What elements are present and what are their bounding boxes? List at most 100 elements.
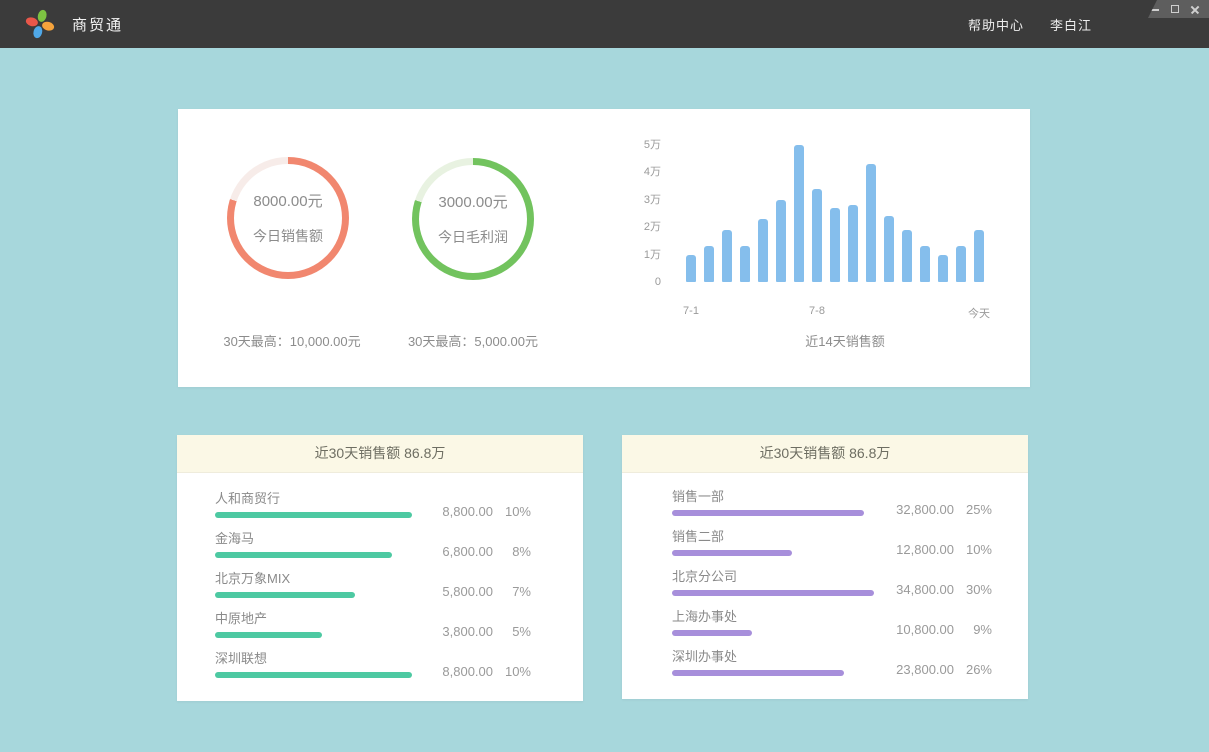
- rank-percent: 7%: [493, 584, 531, 599]
- sales-bar: [812, 189, 822, 282]
- rank-percent: 10%: [493, 504, 531, 519]
- sales-bar: [938, 255, 948, 282]
- rank-bar: [215, 552, 392, 558]
- rank-percent: 8%: [493, 544, 531, 559]
- rank-figures: 32,800.0025%: [874, 502, 992, 517]
- customer-rank-title: 近30天销售额 86.8万: [177, 435, 583, 473]
- username-link[interactable]: 李白江: [1050, 15, 1092, 34]
- rank-value: 12,800.00: [874, 542, 954, 557]
- rank-row: 北京分公司34,800.0030%: [672, 570, 992, 610]
- rank-bar: [215, 512, 412, 518]
- customer-rank-list: 人和商贸行8,800.0010%金海马6,800.008%北京万象MIX5,80…: [177, 473, 583, 692]
- rank-value: 23,800.00: [874, 662, 954, 677]
- department-rank-list: 销售一部32,800.0025%销售二部12,800.0010%北京分公司34,…: [622, 473, 1028, 690]
- today-sales-label: 今日销售额: [253, 226, 323, 246]
- rank-figures: 23,800.0026%: [874, 662, 992, 677]
- sales-bar: [848, 205, 858, 282]
- sales-bar: [902, 230, 912, 282]
- sales-bar: [974, 230, 984, 282]
- today-profit-30day-max: 30天最高：5,000.00元: [383, 331, 563, 350]
- top-bar: 商贸通 帮助中心 李白江: [0, 0, 1209, 48]
- sales-bar: [722, 230, 732, 282]
- rank-bar: [672, 590, 874, 596]
- sales-bar: [884, 216, 894, 282]
- help-center-link[interactable]: 帮助中心: [968, 15, 1024, 34]
- x-tick-label: 7-1: [661, 305, 721, 317]
- rank-percent: 26%: [954, 662, 992, 677]
- customer-rank-card: 近30天销售额 86.8万 人和商贸行8,800.0010%金海马6,800.0…: [177, 435, 583, 701]
- rank-figures: 6,800.008%: [413, 544, 531, 559]
- rank-value: 8,800.00: [413, 504, 493, 519]
- today-sales-30day-max: 30天最高：10,000.00元: [202, 331, 382, 350]
- rank-row: 上海办事处10,800.009%: [672, 610, 992, 650]
- app-title: 商贸通: [72, 14, 123, 35]
- department-rank-card: 近30天销售额 86.8万 销售一部32,800.0025%销售二部12,800…: [622, 435, 1028, 699]
- rank-bar: [215, 672, 412, 678]
- sales-bar: [686, 255, 696, 282]
- rank-row: 销售二部12,800.0010%: [672, 530, 992, 570]
- sales-bar: [758, 219, 768, 282]
- rank-percent: 25%: [954, 502, 992, 517]
- rank-bar: [672, 670, 844, 676]
- rank-bar: [215, 592, 355, 598]
- y-tick-label: 5万: [627, 138, 661, 152]
- window-controls: [1143, 0, 1209, 18]
- rank-value: 10,800.00: [874, 622, 954, 637]
- y-tick-label: 1万: [627, 248, 661, 262]
- x-tick-label: 7-8: [787, 305, 847, 317]
- rank-value: 34,800.00: [874, 582, 954, 597]
- minimize-icon[interactable]: [1150, 4, 1160, 14]
- rank-percent: 10%: [493, 664, 531, 679]
- sales-bar: [704, 246, 714, 282]
- sales-bar: [830, 208, 840, 282]
- sales-bar: [866, 164, 876, 282]
- rank-bar: [672, 510, 864, 516]
- rank-value: 3,800.00: [413, 624, 493, 639]
- daily-sales-chart-title: 近14天销售额: [745, 331, 945, 350]
- department-rank-title: 近30天销售额 86.8万: [622, 435, 1028, 473]
- overview-card: 8000.00元 今日销售额 3000.00元 今日毛利润 30天最高：10,0…: [178, 109, 1030, 387]
- rank-bar: [672, 550, 792, 556]
- x-tick-label: 今天: [949, 305, 1009, 321]
- rank-percent: 5%: [493, 624, 531, 639]
- sales-bar: [794, 145, 804, 282]
- rank-row: 中原地产3,800.005%: [215, 612, 531, 652]
- sales-bar: [776, 200, 786, 282]
- rank-figures: 8,800.0010%: [413, 664, 531, 679]
- today-profit-label: 今日毛利润: [438, 227, 508, 247]
- rank-bar: [672, 630, 752, 636]
- rank-value: 32,800.00: [874, 502, 954, 517]
- y-tick-label: 4万: [627, 165, 661, 179]
- rank-value: 5,800.00: [413, 584, 493, 599]
- today-sales-donut: 8000.00元 今日销售额: [227, 157, 349, 279]
- rank-row: 深圳办事处23,800.0026%: [672, 650, 992, 690]
- maximize-icon[interactable]: [1170, 4, 1180, 14]
- rank-value: 8,800.00: [413, 664, 493, 679]
- rank-row: 人和商贸行8,800.0010%: [215, 492, 531, 532]
- today-sales-value: 8000.00元: [253, 190, 322, 211]
- close-icon[interactable]: [1190, 4, 1200, 14]
- daily-sales-y-axis: 0 1万 2万 3万 4万 5万: [627, 138, 661, 290]
- sales-bar: [956, 246, 966, 282]
- sales-bar: [920, 246, 930, 282]
- rank-figures: 34,800.0030%: [874, 582, 992, 597]
- sales-bar: [740, 246, 750, 282]
- rank-figures: 8,800.0010%: [413, 504, 531, 519]
- daily-sales-x-axis: 7-17-8今天: [686, 305, 988, 321]
- y-tick-label: 0: [627, 275, 661, 289]
- rank-percent: 9%: [954, 622, 992, 637]
- rank-row: 销售一部32,800.0025%: [672, 490, 992, 530]
- rank-value: 6,800.00: [413, 544, 493, 559]
- rank-figures: 5,800.007%: [413, 584, 531, 599]
- y-tick-label: 3万: [627, 193, 661, 207]
- rank-row: 北京万象MIX5,800.007%: [215, 572, 531, 612]
- rank-row: 金海马6,800.008%: [215, 532, 531, 572]
- rank-figures: 10,800.009%: [874, 622, 992, 637]
- rank-bar: [215, 632, 322, 638]
- rank-percent: 30%: [954, 582, 992, 597]
- y-tick-label: 2万: [627, 220, 661, 234]
- today-profit-value: 3000.00元: [438, 191, 507, 212]
- app-logo-pinwheel-icon: [24, 8, 56, 40]
- rank-percent: 10%: [954, 542, 992, 557]
- rank-figures: 12,800.0010%: [874, 542, 992, 557]
